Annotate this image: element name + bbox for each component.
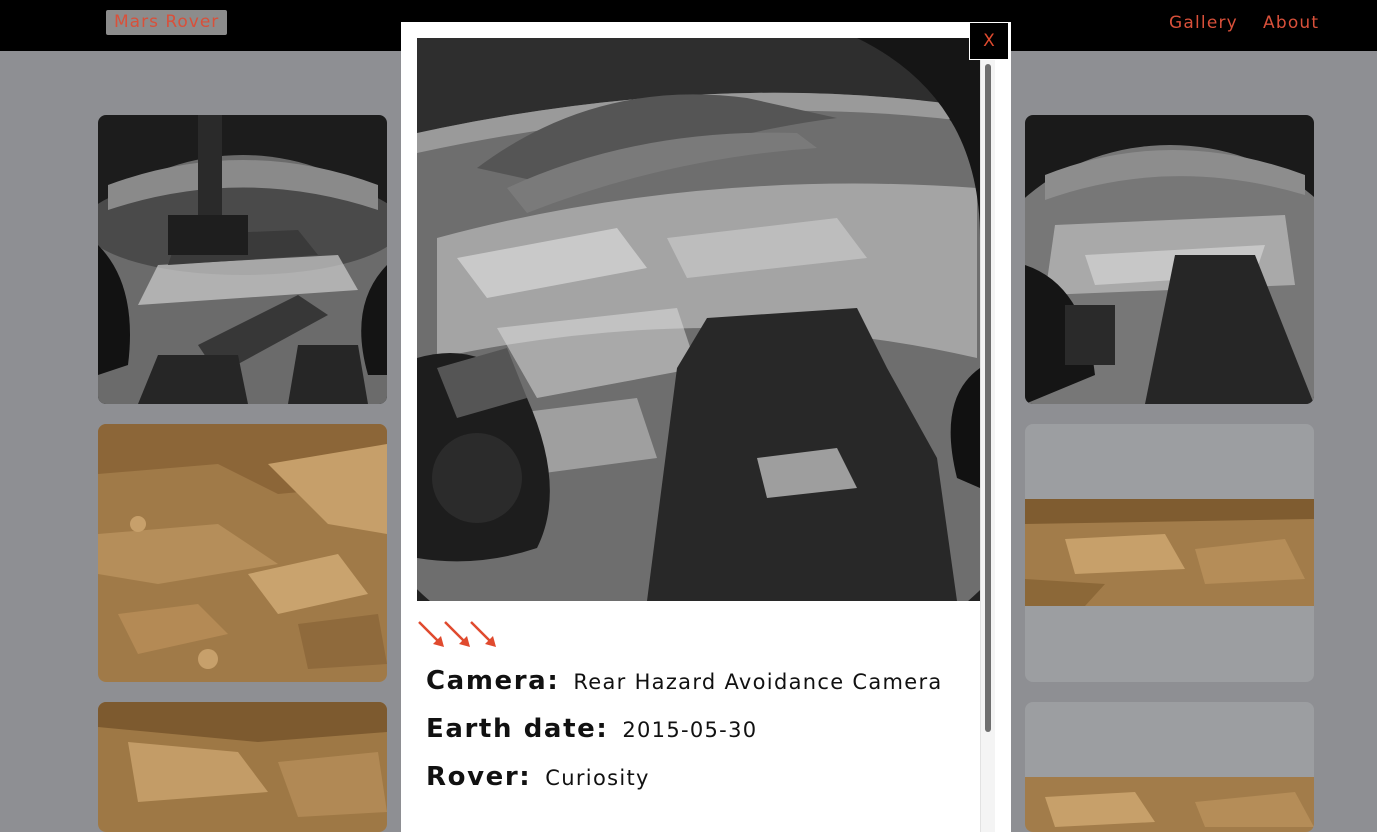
gallery-photo-card[interactable] — [98, 424, 387, 682]
mastcam-panorama-thumbnail — [1025, 499, 1314, 606]
brand-logo-link[interactable]: Mars Rover — [106, 10, 228, 35]
gallery-photo-card[interactable] — [1025, 702, 1314, 832]
photo-detail-modal: X Camera: Rear Hazard Avoidance Camera E… — [401, 22, 1011, 832]
rover-info-row: Rover: Curiosity — [426, 762, 650, 792]
close-modal-button[interactable]: X — [969, 22, 1009, 60]
gallery-photo-card[interactable] — [1025, 424, 1314, 682]
mastcam-photo-thumbnail — [98, 424, 387, 682]
camera-info-row: Camera: Rear Hazard Avoidance Camera — [426, 666, 943, 696]
hazcam-photo-thumbnail — [1025, 115, 1314, 404]
hazcam-photo-thumbnail — [98, 115, 387, 404]
rover-label: Rover: — [426, 762, 532, 792]
gallery-photo-card[interactable] — [98, 702, 387, 832]
rover-photo-large — [417, 38, 980, 601]
earth-date-info-row: Earth date: 2015-05-30 — [426, 714, 757, 744]
triple-arrow-icon — [418, 621, 496, 647]
mastcam-panorama-thumbnail — [1025, 777, 1314, 832]
modal-scrollbar-thumb[interactable] — [985, 64, 991, 732]
nav-gallery-link[interactable]: Gallery — [1169, 13, 1238, 33]
modal-scrollbar[interactable] — [980, 60, 995, 832]
camera-label: Camera: — [426, 666, 560, 696]
mastcam-photo-thumbnail — [98, 702, 387, 832]
rover-value: Curiosity — [545, 766, 650, 790]
earth-date-value: 2015-05-30 — [622, 718, 758, 742]
gallery-photo-card[interactable] — [98, 115, 387, 404]
gallery-photo-card[interactable] — [1025, 115, 1314, 404]
camera-value: Rear Hazard Avoidance Camera — [573, 670, 943, 694]
earth-date-label: Earth date: — [426, 714, 609, 744]
nav-about-link[interactable]: About — [1263, 13, 1319, 33]
